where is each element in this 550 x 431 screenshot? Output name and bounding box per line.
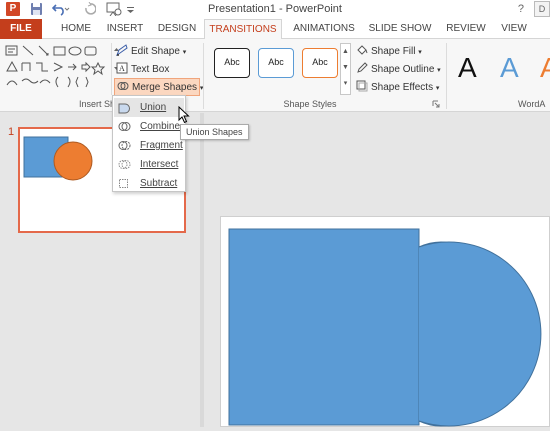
shape-style-thumb-3[interactable]: Abc (302, 48, 338, 78)
shape-styles-group-label: Shape Styles (283, 99, 337, 109)
account-corner-button[interactable]: D (534, 1, 550, 17)
paint-bucket-icon (357, 45, 368, 55)
window-title: Presentation1 - PowerPoint (208, 3, 342, 15)
insert-shapes-group-label: Insert Sha (78, 99, 120, 109)
menu-item-combine[interactable]: Combine (114, 117, 184, 136)
wordart-style-3[interactable]: A (540, 53, 550, 83)
merge-shapes-menu: Union Combine Fragment Intersect Subtrac… (112, 95, 186, 192)
tab-file[interactable]: FILE (0, 19, 42, 39)
menu-item-subtract[interactable]: Subtract (114, 174, 184, 193)
union-shape[interactable] (221, 217, 550, 428)
shape-outline-button[interactable]: Shape Outline ▾ (356, 62, 441, 78)
ribbon: Edit Shape ▾ A Text Box Merge Shapes ▾ In… (0, 39, 550, 112)
union-icon (118, 103, 130, 114)
edit-shape-button[interactable]: Edit Shape ▾ (116, 44, 186, 60)
shape-fill-button[interactable]: Shape Fill ▾ (356, 44, 422, 60)
menu-item-fragment[interactable]: Fragment (114, 136, 184, 155)
wordart-style-2[interactable]: A (500, 53, 519, 83)
shapes-gallery[interactable] (4, 43, 110, 93)
merge-shapes-button[interactable]: Merge Shapes ▾ (114, 78, 203, 96)
slide-number: 1 (8, 126, 15, 138)
shape-effects-icon (356, 80, 368, 92)
help-button[interactable]: ? (518, 3, 524, 15)
pen-outline-icon (357, 62, 368, 73)
wordart-group-label: WordA (518, 99, 546, 109)
shape-style-thumb-1[interactable]: Abc (214, 48, 250, 78)
menu-item-union[interactable]: Union (114, 98, 184, 117)
menu-item-intersect[interactable]: Intersect (114, 155, 184, 174)
tab-design[interactable]: DESIGN (155, 19, 199, 39)
ribbon-tabs: FILE HOME INSERT DESIGN TRANSITIONS ANIM… (0, 19, 550, 40)
text-box-button[interactable]: A Text Box (116, 62, 169, 77)
current-slide[interactable] (220, 216, 550, 427)
tab-transitions[interactable]: TRANSITIONS (204, 19, 282, 40)
slide-editing-area (204, 113, 550, 427)
title-bar: P Presentation1 - PowerPoint ? D (0, 0, 550, 19)
tab-review[interactable]: REVIEW (443, 19, 489, 39)
tab-insert[interactable]: INSERT (103, 19, 147, 39)
text-box-icon: A (116, 62, 128, 74)
edit-shape-icon (116, 44, 128, 56)
intersect-icon (118, 160, 131, 169)
shape-styles-more-button[interactable]: ▲ ▼ ▾ (340, 43, 351, 95)
tab-slide-show[interactable]: SLIDE SHOW (368, 19, 432, 39)
wordart-style-1[interactable]: A (458, 53, 477, 83)
group-divider (446, 43, 447, 109)
fragment-icon (118, 141, 131, 150)
combine-icon (118, 122, 131, 131)
dialog-launcher-icon[interactable] (432, 100, 440, 108)
subtract-icon (119, 179, 128, 188)
group-divider (203, 43, 204, 109)
shape-effects-button[interactable]: Shape Effects ▾ (356, 80, 439, 96)
mouse-pointer-icon (178, 106, 190, 124)
union-shapes-tooltip: Union Shapes (180, 124, 249, 140)
merge-shapes-icon (117, 82, 129, 90)
svg-text:A: A (119, 64, 125, 73)
tab-home[interactable]: HOME (56, 19, 96, 39)
shape-style-thumb-2[interactable]: Abc (258, 48, 294, 78)
tab-animations[interactable]: ANIMATIONS (288, 19, 360, 39)
tab-view[interactable]: VIEW (496, 19, 532, 39)
